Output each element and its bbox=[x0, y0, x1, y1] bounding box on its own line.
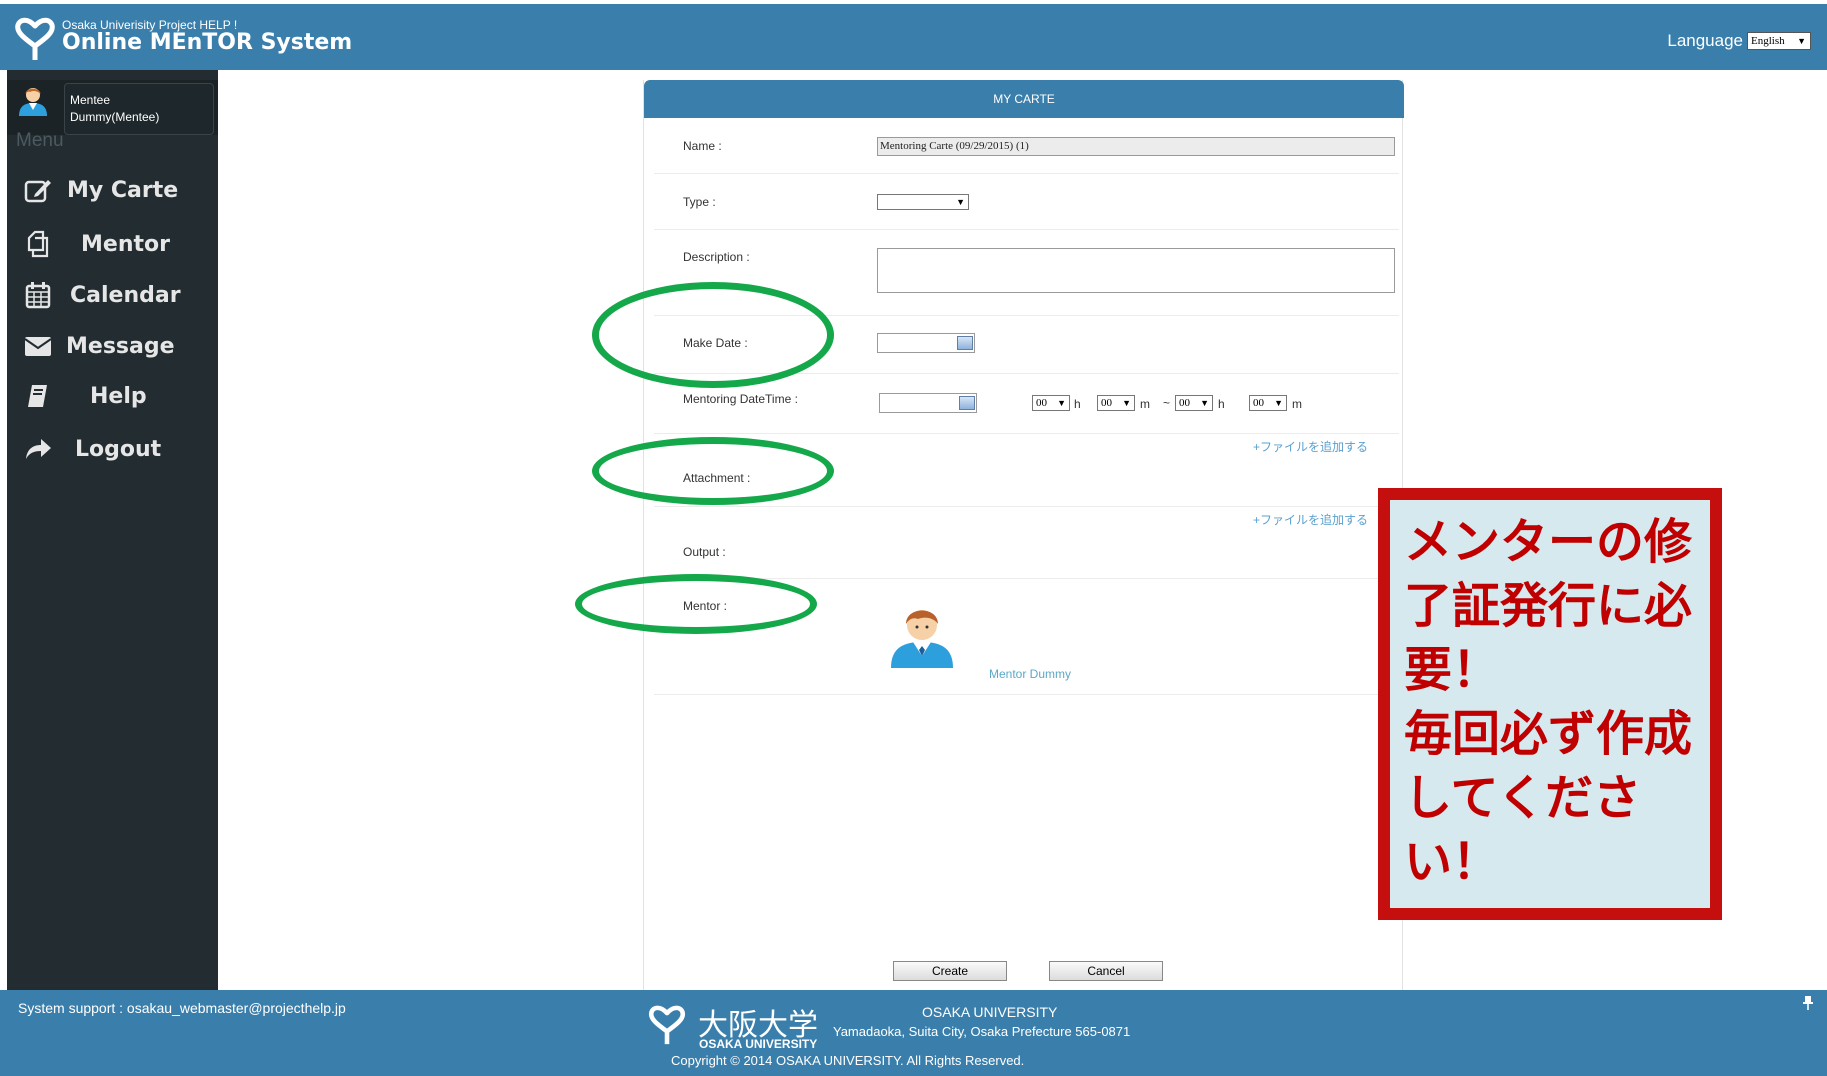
university-name-logo-english: OSAKA UNIVERSITY bbox=[699, 1037, 818, 1051]
end-hour-value: 00 bbox=[1179, 397, 1190, 409]
mentoring-datetime-label: Mentoring DateTime : bbox=[683, 392, 798, 406]
type-row: Type : ▼ bbox=[654, 174, 1399, 230]
mentee-avatar-icon bbox=[19, 88, 47, 116]
university-address: Yamadaoka, Suita City, Osaka Prefecture … bbox=[833, 1024, 1131, 1039]
brand-title: Online MEnTOR System bbox=[62, 30, 353, 55]
start-minute-value: 00 bbox=[1101, 397, 1112, 409]
language-label: Language bbox=[1667, 31, 1743, 50]
annotation-callout: メンターの修了証発行に必要！ 毎回必ず作成してください！ bbox=[1378, 488, 1722, 920]
user-role: Mentee bbox=[70, 93, 111, 107]
dropdown-arrow-icon: ▼ bbox=[956, 197, 965, 207]
start-hour-value: 00 bbox=[1036, 397, 1047, 409]
sidebar-item-mentor[interactable]: Mentor bbox=[7, 222, 218, 266]
sidebar-item-label: Calendar bbox=[70, 282, 181, 308]
university-name: OSAKA UNIVERSITY bbox=[922, 1004, 1058, 1020]
create-button[interactable]: Create bbox=[893, 961, 1007, 981]
name-field[interactable]: Mentoring Carte (09/29/2015) (1) bbox=[877, 137, 1395, 156]
type-select[interactable]: ▼ bbox=[877, 194, 969, 210]
system-support-text: System support : osakau_webmaster@projec… bbox=[18, 1000, 346, 1016]
end-minute-value: 00 bbox=[1253, 397, 1264, 409]
edit-icon bbox=[23, 175, 53, 205]
add-output-link[interactable]: +ファイルを追加する bbox=[1253, 511, 1368, 528]
dropdown-arrow-icon: ▼ bbox=[1200, 398, 1209, 408]
sidebar-item-label: Message bbox=[66, 333, 175, 359]
calendar-icon bbox=[23, 280, 53, 310]
mentoring-datetime-row: Mentoring DateTime : 00 ▼ h 00 ▼ m ~ 00 ▼ h… bbox=[654, 374, 1399, 434]
copyright: Copyright © 2014 OSAKA UNIVERSITY. All R… bbox=[671, 1053, 1025, 1068]
sidebar-item-calendar[interactable]: Calendar bbox=[7, 273, 218, 317]
my-carte-form: MY CARTE Name : Mentoring Carte (09/29/2… bbox=[643, 80, 1404, 990]
book-icon bbox=[23, 381, 53, 411]
mentor-avatar-icon bbox=[891, 610, 953, 668]
osaka-university-logo-icon bbox=[648, 1005, 686, 1045]
sidebar-item-label: My Carte bbox=[67, 177, 179, 203]
callout-text: メンターの修了証発行に必要！ 毎回必ず作成してください！ bbox=[1404, 514, 1693, 890]
language-select[interactable]: English ▼ bbox=[1747, 32, 1811, 50]
name-row: Name : Mentoring Carte (09/29/2015) (1) bbox=[654, 118, 1399, 174]
sidebar-item-my-carte[interactable]: My Carte bbox=[7, 168, 218, 212]
hour-unit: h bbox=[1218, 397, 1225, 411]
dropdown-arrow-icon: ▼ bbox=[1057, 398, 1066, 408]
add-attachment-link[interactable]: +ファイルを追加する bbox=[1253, 438, 1368, 455]
menu-heading: Menu bbox=[16, 130, 64, 151]
cancel-button[interactable]: Cancel bbox=[1049, 961, 1163, 981]
mentor-highlight-ellipse bbox=[575, 574, 817, 634]
description-field[interactable] bbox=[877, 248, 1395, 293]
dropdown-arrow-icon: ▼ bbox=[1122, 398, 1131, 408]
hour-unit: h bbox=[1074, 397, 1081, 411]
end-minute-select[interactable]: 00 ▼ bbox=[1249, 395, 1287, 411]
calendar-picker-icon[interactable] bbox=[959, 396, 975, 410]
form-title: MY CARTE bbox=[644, 80, 1404, 118]
user-name: Dummy(Mentee) bbox=[70, 110, 160, 124]
minute-unit: m bbox=[1292, 397, 1302, 411]
minute-unit: m bbox=[1140, 397, 1150, 411]
top-header: Osaka Univerisity Project HELP ! Online … bbox=[0, 0, 1827, 70]
callout-panel: メンターの修了証発行に必要！ 毎回必ず作成してください！ bbox=[1390, 500, 1710, 908]
dropdown-arrow-icon: ▼ bbox=[1797, 36, 1806, 46]
language-select-value: English bbox=[1751, 35, 1785, 47]
name-label: Name : bbox=[683, 139, 722, 153]
footer: System support : osakau_webmaster@projec… bbox=[0, 990, 1827, 1076]
sidebar: Mentee Dummy(Mentee) Menu My Carte Mento… bbox=[7, 70, 218, 990]
sidebar-item-message[interactable]: Message bbox=[7, 324, 218, 368]
start-hour-select[interactable]: 00 ▼ bbox=[1032, 395, 1070, 411]
range-separator: ~ bbox=[1163, 396, 1171, 410]
sidebar-item-label: Logout bbox=[75, 436, 162, 462]
end-hour-select[interactable]: 00 ▼ bbox=[1175, 395, 1213, 411]
calendar-picker-icon[interactable] bbox=[957, 336, 973, 350]
user-card[interactable]: Mentee Dummy(Mentee) bbox=[64, 83, 214, 135]
start-minute-select[interactable]: 00 ▼ bbox=[1097, 395, 1135, 411]
make-date-highlight-ellipse bbox=[592, 282, 834, 388]
attachment-highlight-ellipse bbox=[592, 437, 834, 505]
output-label: Output : bbox=[683, 545, 726, 559]
user-panel: Mentee Dummy(Mentee) bbox=[7, 80, 218, 135]
sidebar-item-label: Mentor bbox=[81, 231, 170, 257]
sidebar-item-help[interactable]: Help bbox=[7, 374, 218, 418]
copy-icon bbox=[23, 229, 53, 259]
sidebar-item-label: Help bbox=[90, 383, 147, 409]
share-arrow-icon bbox=[23, 434, 53, 464]
output-row: +ファイルを追加する Output : bbox=[654, 507, 1399, 579]
sidebar-item-logout[interactable]: Logout bbox=[7, 427, 218, 471]
mentor-name-link[interactable]: Mentor Dummy bbox=[989, 667, 1071, 681]
description-label: Description : bbox=[683, 250, 750, 264]
osaka-university-logo-icon bbox=[15, 17, 55, 60]
type-label: Type : bbox=[683, 195, 716, 209]
pin-icon[interactable] bbox=[1803, 996, 1813, 1013]
envelope-icon bbox=[23, 331, 53, 361]
dropdown-arrow-icon: ▼ bbox=[1274, 398, 1283, 408]
